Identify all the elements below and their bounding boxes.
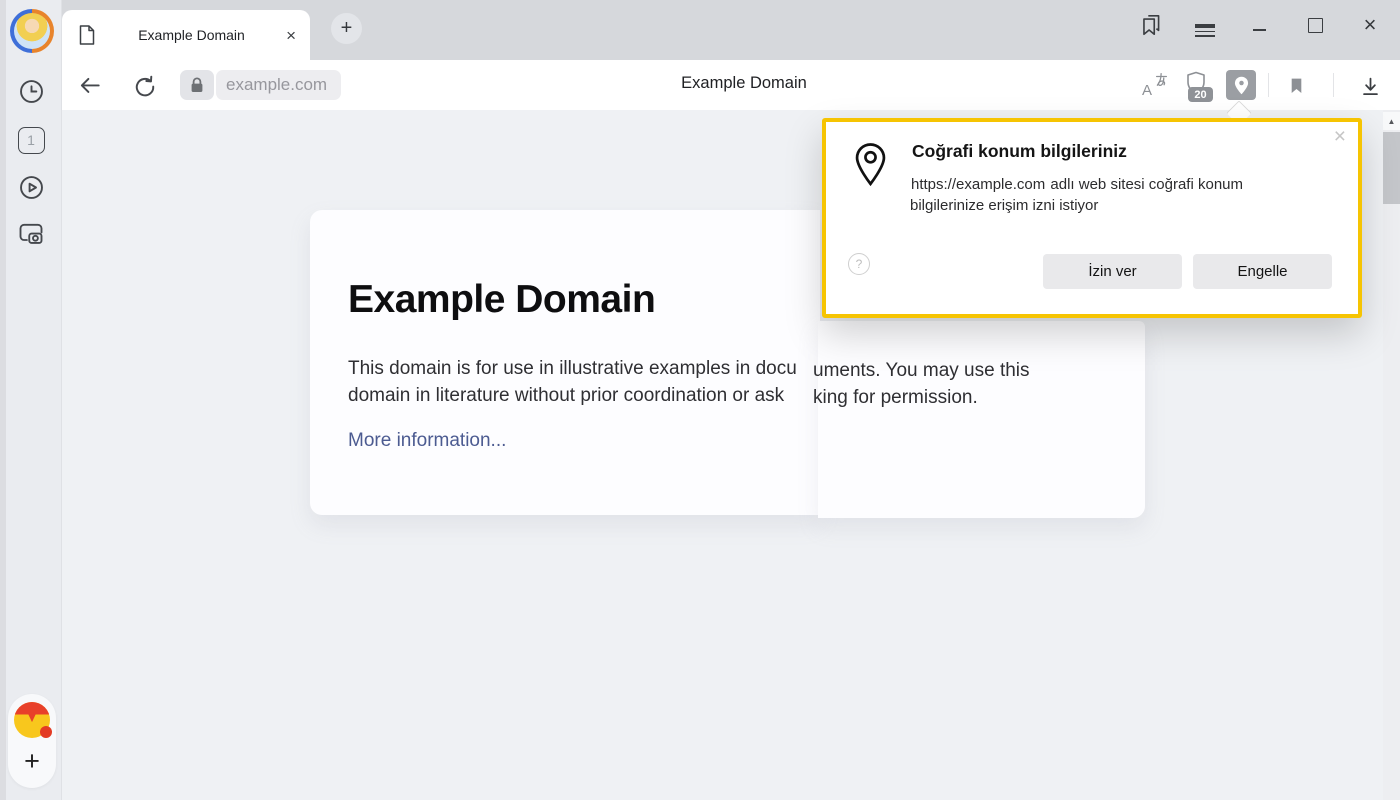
add-service-button[interactable]: +	[8, 744, 56, 778]
toolbar-divider	[1268, 73, 1269, 97]
window-close-button[interactable]: ×	[1354, 9, 1386, 41]
protect-button[interactable]: 20	[1184, 70, 1216, 102]
location-pin-icon	[1234, 76, 1249, 95]
close-icon: ×	[1364, 14, 1377, 36]
minimize-icon	[1253, 29, 1266, 31]
protect-count-badge: 20	[1188, 87, 1213, 102]
browser-window: 1	[0, 0, 1400, 800]
play-icon	[18, 174, 45, 201]
window-edge	[0, 0, 6, 800]
popup-close-icon[interactable]: ×	[1334, 126, 1346, 147]
tab-count: 1	[27, 132, 35, 148]
tab-title: Example Domain	[97, 27, 286, 43]
block-button[interactable]: Engelle	[1193, 254, 1332, 289]
maximize-button[interactable]	[1299, 9, 1331, 41]
page-card-fragment: uments. You may use this king for permis…	[818, 321, 1145, 518]
tab-count-icon: 1	[18, 127, 45, 154]
page-card: Example Domain This domain is for use in…	[310, 210, 820, 515]
bookmark-flag-icon	[1286, 75, 1307, 97]
page-paragraph-line1-continued: uments. You may use this	[813, 360, 1030, 382]
translate-button[interactable]: A	[1140, 71, 1170, 101]
more-information-link[interactable]: More information...	[348, 430, 506, 452]
geolocation-permission-popup: × Coğrafi konum bilgileriniz https://exa…	[822, 118, 1362, 318]
toolbar: example.com Example Domain A 20	[62, 60, 1400, 110]
maximize-icon	[1308, 18, 1323, 33]
minimize-button[interactable]	[1243, 9, 1275, 41]
page-paragraph-line2-continued: king for permission.	[813, 387, 978, 409]
media-button[interactable]	[17, 173, 45, 201]
logo-dot-icon	[40, 726, 52, 738]
browser-logo[interactable]	[14, 702, 50, 738]
allow-button[interactable]: İzin ver	[1043, 254, 1182, 289]
tab-close-icon[interactable]: ×	[286, 27, 296, 44]
logo-red-icon	[14, 702, 50, 722]
bookmarks-stack-icon	[1138, 12, 1164, 38]
sidebar-divider	[61, 0, 62, 800]
page-scrollbar[interactable]: ▲	[1383, 110, 1400, 800]
geolocation-pin-icon	[855, 142, 886, 187]
popup-site-url: https://example.com	[910, 176, 1046, 193]
translate-kana-icon	[1154, 72, 1169, 87]
tab-example-domain[interactable]: Example Domain ×	[62, 10, 310, 60]
scroll-up-arrow-icon: ▲	[1388, 117, 1396, 126]
tab-bar: Example Domain × + ×	[62, 0, 1400, 60]
help-button[interactable]: ?	[848, 253, 870, 275]
screenshot-icon	[17, 219, 45, 247]
download-button[interactable]	[1355, 71, 1385, 101]
page-paragraph-line1: This domain is for use in illustrative e…	[348, 358, 797, 380]
page-doc-icon	[77, 24, 97, 46]
geolocation-button[interactable]	[1226, 70, 1256, 100]
profile-avatar[interactable]	[10, 9, 54, 53]
popup-title: Coğrafi konum bilgileriniz	[912, 141, 1127, 162]
download-icon	[1358, 74, 1383, 99]
translate-latin-glyph: A	[1142, 82, 1152, 99]
tab-manager-button[interactable]: 1	[17, 126, 45, 154]
sidebar-dock: +	[8, 694, 56, 788]
bookmarks-panel-button[interactable]	[1135, 9, 1167, 41]
history-button[interactable]	[17, 77, 45, 105]
toolbar-divider	[1333, 73, 1334, 97]
question-mark-icon: ?	[856, 257, 863, 271]
menu-icon	[1195, 24, 1215, 26]
menu-button[interactable]	[1189, 9, 1221, 41]
scrollbar-up-button[interactable]: ▲	[1383, 112, 1400, 130]
new-tab-button[interactable]: +	[331, 13, 362, 44]
sidebar: 1	[0, 0, 62, 800]
bookmark-button[interactable]	[1281, 71, 1311, 101]
avatar-image	[14, 13, 50, 49]
page-paragraph-line2: domain in literature without prior coord…	[348, 385, 784, 407]
screenshot-button[interactable]	[17, 219, 45, 247]
scrollbar-thumb[interactable]	[1383, 132, 1400, 204]
page-heading: Example Domain	[348, 278, 655, 322]
clock-icon	[18, 78, 45, 105]
popup-message: https://example.com adlı web sitesi coğr…	[910, 174, 1282, 216]
